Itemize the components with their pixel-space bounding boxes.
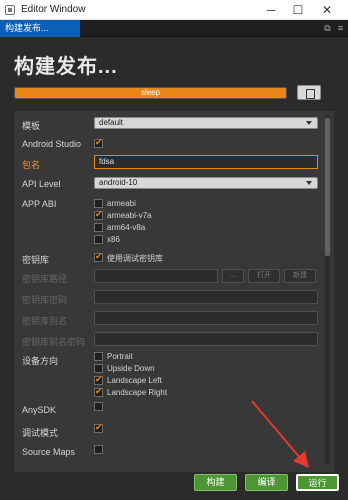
debug-mode-label: 调试模式 bbox=[22, 428, 59, 438]
app-icon bbox=[5, 5, 15, 15]
orientation-landscape-left-checkbox[interactable] bbox=[94, 374, 103, 385]
window-title: Editor Window bbox=[21, 4, 86, 15]
keystore-path-label: 密钥库路径 bbox=[22, 274, 68, 284]
abi-x86-label: x86 bbox=[107, 235, 120, 244]
compile-button[interactable]: 编译 bbox=[245, 474, 288, 491]
orientation-upside-down-label: Upside Down bbox=[107, 364, 155, 373]
keystore-path-input[interactable] bbox=[94, 269, 218, 283]
tab-bar: 构建发布... ⧉ ≡ bbox=[0, 20, 348, 37]
abi-arm64-v8a-checkbox[interactable] bbox=[94, 223, 103, 232]
package-name-label: 包名 bbox=[22, 160, 41, 170]
document-icon[interactable] bbox=[297, 85, 321, 100]
tab-build-publish[interactable]: 构建发布... bbox=[0, 20, 80, 37]
keystore-alias-input[interactable] bbox=[94, 311, 318, 325]
keystore-alias-password-label: 密钥库别名密码 bbox=[22, 337, 86, 347]
keystore-password-label: 密钥库密码 bbox=[22, 295, 68, 305]
abi-armeabi-checkbox[interactable] bbox=[94, 199, 103, 208]
api-level-value: android-10 bbox=[99, 178, 138, 187]
new-button[interactable]: 新建 bbox=[284, 269, 316, 283]
minimize-button[interactable]: ─ bbox=[260, 1, 282, 19]
window-titlebar: Editor Window ─ ☐ ✕ bbox=[0, 0, 348, 20]
debug-mode-checkbox[interactable] bbox=[94, 422, 103, 433]
api-level-label: API Level bbox=[22, 179, 61, 189]
keystore-alias-password-input[interactable] bbox=[94, 332, 318, 346]
keystore-alias-label: 密钥库别名 bbox=[22, 316, 68, 326]
package-name-input[interactable]: fdsa bbox=[94, 155, 318, 169]
maximize-button[interactable]: ☐ bbox=[287, 1, 309, 19]
menu-icon[interactable]: ≡ bbox=[335, 23, 346, 34]
orientation-portrait-label: Portrait bbox=[107, 352, 133, 361]
anysdk-label: AnySDK bbox=[22, 405, 57, 415]
template-value: default bbox=[99, 118, 124, 127]
orientation-landscape-right-label: Landscape Right bbox=[107, 388, 168, 397]
orientation-portrait-checkbox[interactable] bbox=[94, 352, 103, 361]
build-progress-bar: sleep bbox=[14, 87, 287, 99]
source-maps-label: Source Maps bbox=[22, 447, 76, 457]
orientation-upside-down-checkbox[interactable] bbox=[94, 364, 103, 373]
abi-armeabi-v7a-label: armeabi-v7a bbox=[107, 211, 152, 220]
progress-status: sleep bbox=[140, 88, 161, 97]
keystore-password-input[interactable] bbox=[94, 290, 318, 304]
build-button[interactable]: 构建 bbox=[194, 474, 237, 491]
chevron-down-icon bbox=[306, 121, 312, 125]
android-studio-checkbox[interactable] bbox=[94, 137, 103, 148]
api-level-select[interactable]: android-10 bbox=[94, 177, 318, 189]
close-button[interactable]: ✕ bbox=[316, 1, 338, 19]
browse-button[interactable]: ... bbox=[222, 269, 244, 283]
open-button[interactable]: 打开 bbox=[248, 269, 280, 283]
app-abi-label: APP ABI bbox=[22, 199, 57, 209]
debug-keystore-label: 使用调试密钥库 bbox=[107, 254, 163, 263]
chevron-down-icon bbox=[306, 181, 312, 185]
page-title: 构建发布... bbox=[14, 56, 118, 78]
popout-icon[interactable]: ⧉ bbox=[322, 23, 333, 34]
debug-keystore-checkbox[interactable] bbox=[94, 251, 103, 262]
orientation-landscape-left-label: Landscape Left bbox=[107, 376, 162, 385]
abi-armeabi-label: armeabi bbox=[107, 199, 136, 208]
template-select[interactable]: default bbox=[94, 117, 318, 129]
abi-x86-checkbox[interactable] bbox=[94, 235, 103, 244]
template-label: 模板 bbox=[22, 121, 41, 131]
orientation-label: 设备方向 bbox=[22, 356, 59, 366]
keystore-label: 密钥库 bbox=[22, 255, 50, 265]
orientation-landscape-right-checkbox[interactable] bbox=[94, 386, 103, 397]
abi-arm64-v8a-label: arm64-v8a bbox=[107, 223, 146, 232]
run-button[interactable]: 运行 bbox=[296, 474, 339, 491]
scrollbar-thumb[interactable] bbox=[325, 118, 330, 256]
android-studio-label: Android Studio bbox=[22, 139, 82, 149]
source-maps-checkbox[interactable] bbox=[94, 445, 103, 454]
anysdk-checkbox[interactable] bbox=[94, 402, 103, 411]
abi-armeabi-v7a-checkbox[interactable] bbox=[94, 209, 103, 220]
